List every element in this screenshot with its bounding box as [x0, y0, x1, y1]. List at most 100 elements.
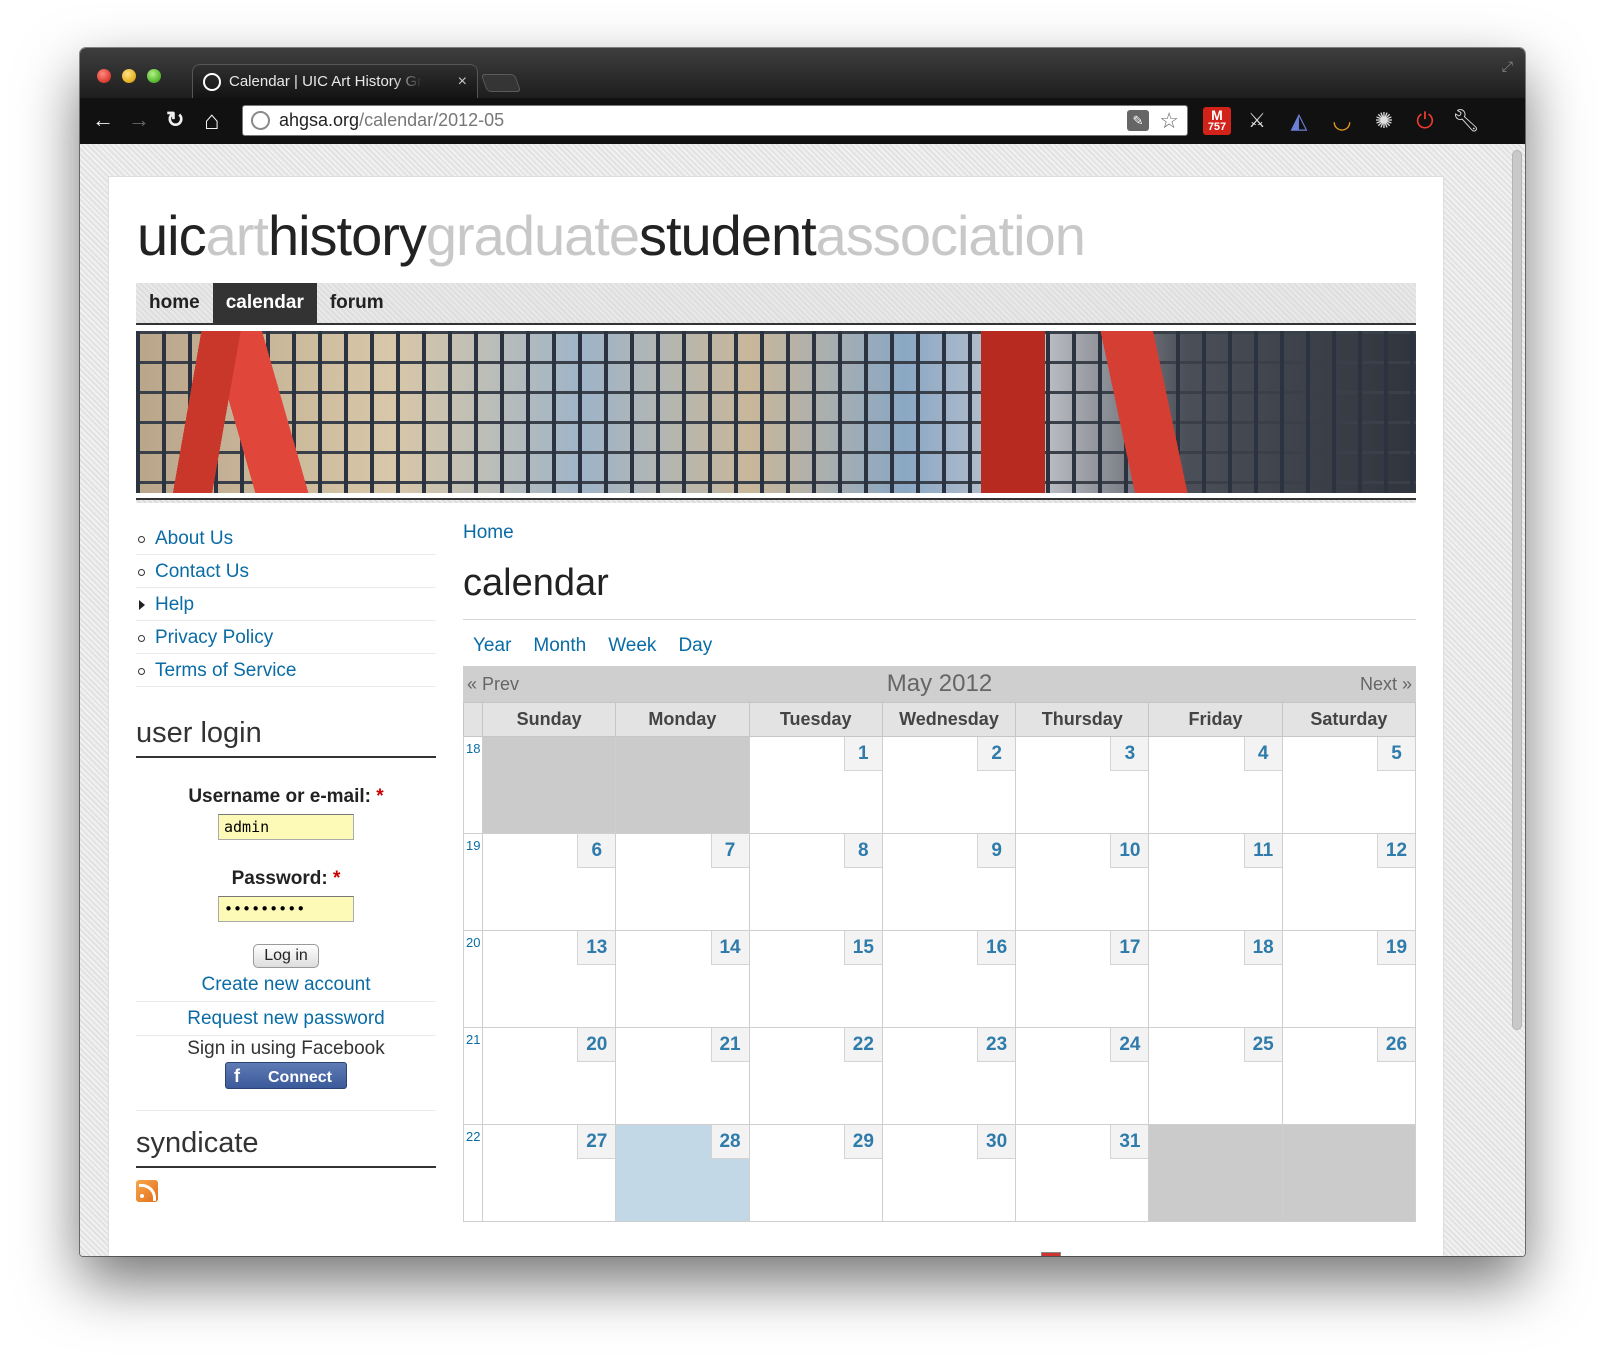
forward-arrow-icon[interactable]: → — [128, 108, 150, 132]
username-input[interactable]: admin — [218, 814, 354, 840]
log-in-button[interactable]: Log in — [253, 944, 319, 968]
calendar-day-cell[interactable]: 6 — [481, 833, 617, 931]
day-number-link[interactable]: 4 — [1243, 737, 1282, 771]
calendar-day-cell[interactable]: 25 — [1148, 1027, 1283, 1125]
site-title[interactable]: uicarthistorygraduatestudentassociation — [137, 203, 1086, 268]
calendar-day-cell[interactable]: 3 — [1015, 736, 1150, 834]
day-number-link[interactable]: 17 — [1110, 931, 1149, 965]
stop-icon[interactable]: ⏻ — [1411, 107, 1439, 135]
day-number-link[interactable]: 2 — [977, 737, 1016, 771]
day-number-link[interactable]: 26 — [1377, 1028, 1415, 1062]
day-number-link[interactable]: 5 — [1377, 737, 1415, 771]
calendar-day-cell[interactable]: 2 — [881, 736, 1017, 834]
calendar-day-cell[interactable]: 5 — [1281, 736, 1417, 834]
calendar-day-cell[interactable]: 24 — [1015, 1027, 1150, 1125]
calendar-day-cell[interactable]: 10 — [1015, 833, 1150, 931]
day-number-link[interactable]: 3 — [1110, 737, 1149, 771]
browser-tab-active[interactable]: Calendar | UIC Art History Gr × — [192, 64, 478, 100]
create-account-link[interactable]: Create new account — [202, 974, 371, 995]
calendar-day-cell[interactable]: 15 — [748, 930, 883, 1028]
back-arrow-icon[interactable]: ← — [92, 108, 114, 132]
calendar-day-cell[interactable]: 27 — [481, 1124, 617, 1222]
sword-icon[interactable]: ⚔ — [1243, 107, 1271, 135]
nav-home[interactable]: home — [136, 283, 213, 323]
day-number-link[interactable]: 14 — [710, 931, 749, 965]
sidebar-link-terms-of-service[interactable]: Terms of Service — [155, 660, 296, 681]
calendar-day-cell[interactable]: 8 — [748, 833, 883, 931]
day-number-link[interactable]: 16 — [977, 931, 1016, 965]
day-number-link[interactable]: 29 — [843, 1125, 882, 1159]
address-bar[interactable]: ahgsa.org/calendar/2012-05 ✎ ☆ — [242, 105, 1188, 136]
zoom-window-button[interactable] — [147, 69, 161, 83]
password-input[interactable]: ••••••••• — [218, 896, 354, 922]
calendar-day-cell[interactable]: 19 — [1281, 930, 1417, 1028]
day-number-link[interactable]: 18 — [1243, 931, 1282, 965]
wrench-icon[interactable]: 🔧︎ — [1452, 107, 1480, 135]
sidebar-link-about-us[interactable]: About Us — [155, 528, 233, 549]
tab-close-icon[interactable]: × — [458, 65, 467, 99]
day-number-link[interactable]: 23 — [977, 1028, 1016, 1062]
day-number-link[interactable]: 9 — [977, 834, 1016, 868]
day-number-link[interactable]: 25 — [1243, 1028, 1282, 1062]
calendar-day-cell[interactable]: 22 — [748, 1027, 883, 1125]
nav-forum[interactable]: forum — [317, 283, 397, 323]
day-number-link[interactable]: 20 — [577, 1028, 616, 1062]
request-password-link[interactable]: Request new password — [187, 1008, 385, 1029]
day-number-link[interactable]: 10 — [1110, 834, 1149, 868]
gmail-checker-icon[interactable]: M 757 — [1203, 107, 1231, 135]
calendar-day-cell[interactable]: 18 — [1148, 930, 1283, 1028]
day-number-link[interactable]: 31 — [1110, 1125, 1149, 1159]
day-number-link[interactable]: 21 — [710, 1028, 749, 1062]
ical-feed-icon[interactable] — [1041, 1252, 1061, 1256]
gear-icon[interactable]: ✺ — [1370, 107, 1398, 135]
calendar-day-cell[interactable]: 12 — [1281, 833, 1417, 931]
calendar-day-cell[interactable]: 11 — [1148, 833, 1283, 931]
calendar-day-cell[interactable]: 31 — [1015, 1124, 1150, 1222]
sidebar-link-help[interactable]: Help — [155, 594, 194, 615]
day-number-link[interactable]: 24 — [1110, 1028, 1149, 1062]
day-number-link[interactable]: 12 — [1377, 834, 1415, 868]
day-number-link[interactable]: 15 — [843, 931, 882, 965]
day-number-link[interactable]: 30 — [977, 1125, 1016, 1159]
day-number-link[interactable]: 28 — [710, 1125, 749, 1159]
calendar-day-cell[interactable]: 26 — [1281, 1027, 1417, 1125]
radar-icon[interactable]: ◭ — [1285, 107, 1313, 135]
calendar-day-cell[interactable]: 16 — [881, 930, 1017, 1028]
rss-feed-icon[interactable] — [136, 1180, 158, 1202]
calendar-day-cell[interactable]: 21 — [615, 1027, 750, 1125]
day-number-link[interactable]: 7 — [710, 834, 749, 868]
week-number-link[interactable]: 20 — [463, 930, 483, 1028]
calendar-day-cell[interactable]: 28 — [615, 1124, 750, 1222]
minimize-window-button[interactable] — [122, 69, 136, 83]
page-action-icon[interactable]: ✎ — [1127, 110, 1149, 131]
calendar-day-cell[interactable]: 13 — [481, 930, 617, 1028]
calendar-day-cell[interactable]: 14 — [615, 930, 750, 1028]
sidebar-link-privacy-policy[interactable]: Privacy Policy — [155, 627, 273, 648]
week-number-link[interactable]: 22 — [463, 1124, 483, 1222]
day-number-link[interactable]: 22 — [843, 1028, 882, 1062]
day-number-link[interactable]: 27 — [577, 1125, 616, 1159]
next-month-link[interactable]: Next » — [1360, 666, 1412, 702]
home-icon[interactable]: ⌂ — [204, 107, 220, 133]
calendar-day-cell[interactable]: 30 — [881, 1124, 1017, 1222]
new-tab-button[interactable] — [480, 74, 522, 92]
fullscreen-icon[interactable]: ⤢ — [1502, 58, 1513, 75]
calendar-day-cell[interactable]: 20 — [481, 1027, 617, 1125]
day-number-link[interactable]: 8 — [843, 834, 882, 868]
reload-icon[interactable]: ↻ — [166, 108, 184, 132]
calendar-day-cell[interactable]: 17 — [1015, 930, 1150, 1028]
calendar-day-cell[interactable]: 4 — [1148, 736, 1283, 834]
week-number-link[interactable]: 21 — [463, 1027, 483, 1125]
week-number-link[interactable]: 18 — [463, 736, 483, 834]
calendar-day-cell[interactable]: 29 — [748, 1124, 883, 1222]
vertical-scrollbar[interactable] — [1512, 150, 1522, 1030]
view-tab-month[interactable]: Month — [533, 630, 586, 662]
calendar-day-cell[interactable]: 7 — [615, 833, 750, 931]
view-tab-day[interactable]: Day — [678, 630, 712, 662]
close-window-button[interactable] — [97, 69, 111, 83]
day-number-link[interactable]: 1 — [843, 737, 882, 771]
calendar-day-cell[interactable]: 1 — [748, 736, 883, 834]
breadcrumb-home-link[interactable]: Home — [463, 522, 514, 543]
facebook-connect-button[interactable]: f Connect — [225, 1062, 347, 1089]
sidebar-link-contact-us[interactable]: Contact Us — [155, 561, 249, 582]
